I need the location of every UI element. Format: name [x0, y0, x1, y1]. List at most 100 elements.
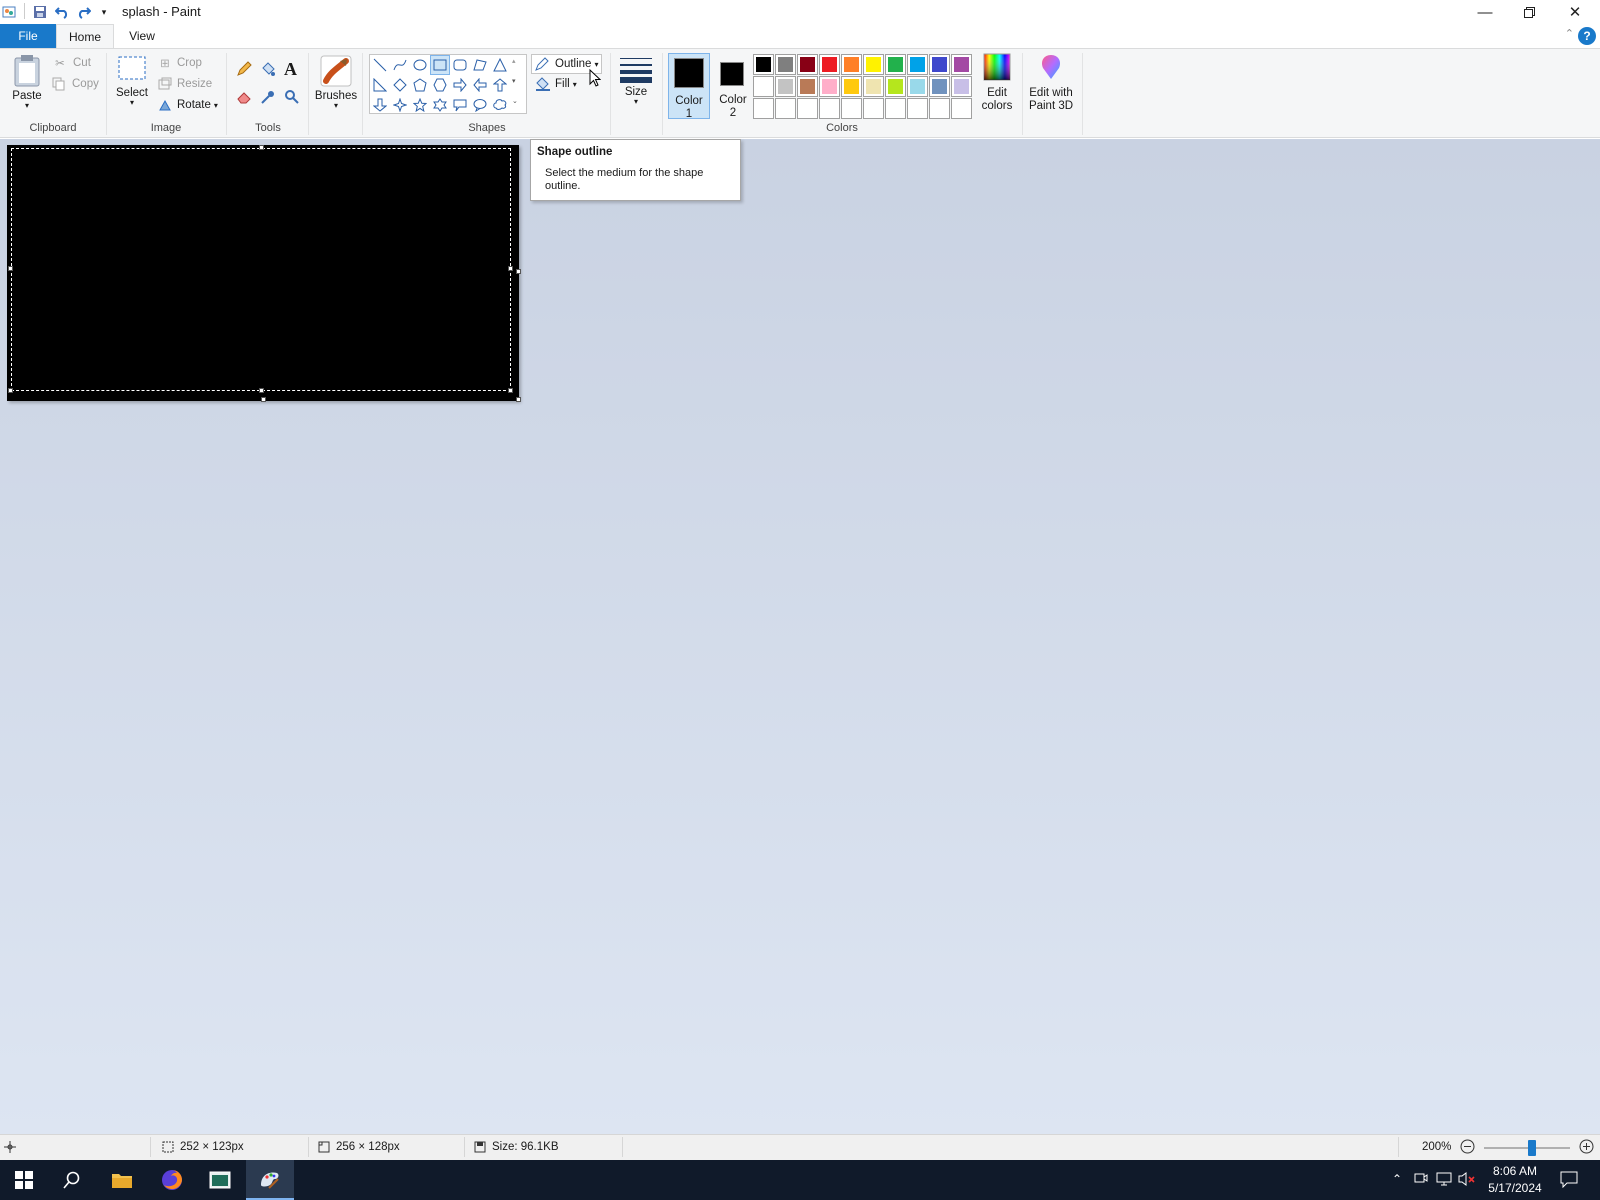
triangle-shape-icon[interactable]	[490, 55, 510, 75]
down-arrow-shape-icon[interactable]	[370, 95, 390, 115]
palette-swatch[interactable]	[863, 76, 884, 97]
palette-swatch[interactable]	[929, 54, 950, 75]
network-icon[interactable]	[1436, 1171, 1454, 1190]
canvas-workspace[interactable]	[0, 139, 1600, 1134]
palette-swatch[interactable]	[819, 54, 840, 75]
palette-swatch[interactable]	[753, 54, 774, 75]
zoom-slider-track[interactable]	[1484, 1147, 1570, 1149]
custom-color-slot[interactable]	[753, 98, 774, 119]
close-button[interactable]: ✕	[1552, 0, 1598, 24]
palette-swatch[interactable]	[951, 76, 972, 97]
selection-handle[interactable]	[508, 266, 513, 271]
taskbar-clock[interactable]: 8:06 AM 5/17/2024	[1476, 1163, 1554, 1197]
palette-swatch[interactable]	[775, 76, 796, 97]
start-button[interactable]	[0, 1160, 48, 1200]
polygon-shape-icon[interactable]	[470, 55, 490, 75]
oval-callout-shape-icon[interactable]	[470, 95, 490, 115]
notifications-icon[interactable]	[1560, 1170, 1578, 1191]
palette-swatch[interactable]	[885, 54, 906, 75]
diamond-shape-icon[interactable]	[390, 75, 410, 95]
custom-color-slot[interactable]	[797, 98, 818, 119]
paint-taskbar-button[interactable]	[246, 1160, 294, 1200]
copy-button[interactable]: Copy	[52, 76, 99, 92]
five-point-star-shape-icon[interactable]	[410, 95, 430, 115]
palette-swatch[interactable]	[819, 76, 840, 97]
canvas-resize-handle[interactable]	[261, 397, 266, 402]
paint-app-icon[interactable]	[2, 3, 16, 21]
selection-handle[interactable]	[8, 388, 13, 393]
canvas-resize-handle[interactable]	[516, 269, 521, 274]
custom-color-slot[interactable]	[819, 98, 840, 119]
selection-rectangle[interactable]	[11, 148, 511, 391]
restore-button[interactable]	[1506, 0, 1552, 24]
crop-button[interactable]: ⊞ Crop	[158, 55, 202, 71]
palette-swatch[interactable]	[907, 76, 928, 97]
edit-colors-button[interactable]: Edit colors	[974, 53, 1020, 119]
canvas-resize-handle[interactable]	[516, 397, 521, 402]
palette-swatch[interactable]	[841, 54, 862, 75]
volume-muted-icon[interactable]	[1458, 1171, 1476, 1190]
curve-shape-icon[interactable]	[390, 55, 410, 75]
tab-file[interactable]: File	[0, 24, 56, 48]
zoom-in-button[interactable]	[1579, 1139, 1594, 1154]
line-shape-icon[interactable]	[370, 55, 390, 75]
color2-button[interactable]: Color 2	[712, 53, 754, 119]
selection-handle[interactable]	[259, 388, 264, 393]
palette-swatch[interactable]	[841, 76, 862, 97]
terminal-taskbar-button[interactable]	[196, 1160, 244, 1200]
palette-swatch[interactable]	[753, 76, 774, 97]
size-button[interactable]: Size ▾	[618, 55, 654, 117]
color1-button[interactable]: Color 1	[668, 53, 710, 120]
image-canvas[interactable]	[7, 145, 521, 402]
selection-handle[interactable]	[8, 266, 13, 271]
resize-button[interactable]: Resize	[158, 76, 212, 92]
cloud-callout-shape-icon[interactable]	[490, 95, 510, 115]
redo-icon[interactable]	[76, 3, 92, 21]
eraser-icon[interactable]	[236, 89, 252, 105]
custom-color-slot[interactable]	[775, 98, 796, 119]
cut-button[interactable]: ✂ Cut	[52, 55, 91, 71]
tab-view[interactable]: View	[114, 24, 170, 48]
fill-bucket-icon[interactable]	[260, 61, 276, 77]
meet-now-icon[interactable]	[1414, 1171, 1428, 1190]
selection-handle[interactable]	[259, 145, 264, 150]
paste-button[interactable]: Paste ▾	[10, 54, 44, 118]
zoom-slider-thumb[interactable]	[1528, 1140, 1536, 1156]
palette-swatch[interactable]	[797, 54, 818, 75]
palette-swatch[interactable]	[907, 54, 928, 75]
left-arrow-shape-icon[interactable]	[470, 75, 490, 95]
palette-swatch[interactable]	[797, 76, 818, 97]
color-picker-icon[interactable]	[260, 89, 276, 105]
undo-icon[interactable]	[54, 3, 70, 21]
text-tool-icon[interactable]: A	[284, 59, 297, 80]
brushes-button[interactable]: Brushes ▾	[314, 55, 358, 117]
oval-shape-icon[interactable]	[410, 55, 430, 75]
palette-swatch[interactable]	[863, 54, 884, 75]
four-point-star-shape-icon[interactable]	[390, 95, 410, 115]
fill-button[interactable]: Fill ▾	[532, 75, 580, 93]
custom-color-slot[interactable]	[841, 98, 862, 119]
custom-color-slot[interactable]	[863, 98, 884, 119]
custom-color-slot[interactable]	[929, 98, 950, 119]
firefox-taskbar-button[interactable]	[148, 1160, 196, 1200]
select-button[interactable]: Select ▾	[114, 55, 150, 117]
tab-home[interactable]: Home	[56, 24, 114, 49]
shapes-expand-icon[interactable]: ⌄	[512, 97, 518, 105]
show-hidden-icons-icon[interactable]: ⌃	[1392, 1172, 1402, 1186]
palette-swatch[interactable]	[951, 54, 972, 75]
six-point-star-shape-icon[interactable]	[430, 95, 450, 115]
right-arrow-shape-icon[interactable]	[450, 75, 470, 95]
custom-color-slot[interactable]	[907, 98, 928, 119]
selection-handle[interactable]	[508, 388, 513, 393]
customize-quick-access-icon[interactable]: ▾	[98, 3, 110, 21]
custom-color-slot[interactable]	[951, 98, 972, 119]
custom-color-slot[interactable]	[885, 98, 906, 119]
rectangle-shape-icon[interactable]	[430, 55, 450, 75]
palette-swatch[interactable]	[885, 76, 906, 97]
pentagon-shape-icon[interactable]	[410, 75, 430, 95]
magnifier-icon[interactable]	[284, 89, 300, 105]
minimize-button[interactable]: —	[1462, 0, 1508, 24]
zoom-out-button[interactable]	[1460, 1139, 1475, 1154]
rect-callout-shape-icon[interactable]	[450, 95, 470, 115]
search-button[interactable]	[48, 1160, 96, 1200]
